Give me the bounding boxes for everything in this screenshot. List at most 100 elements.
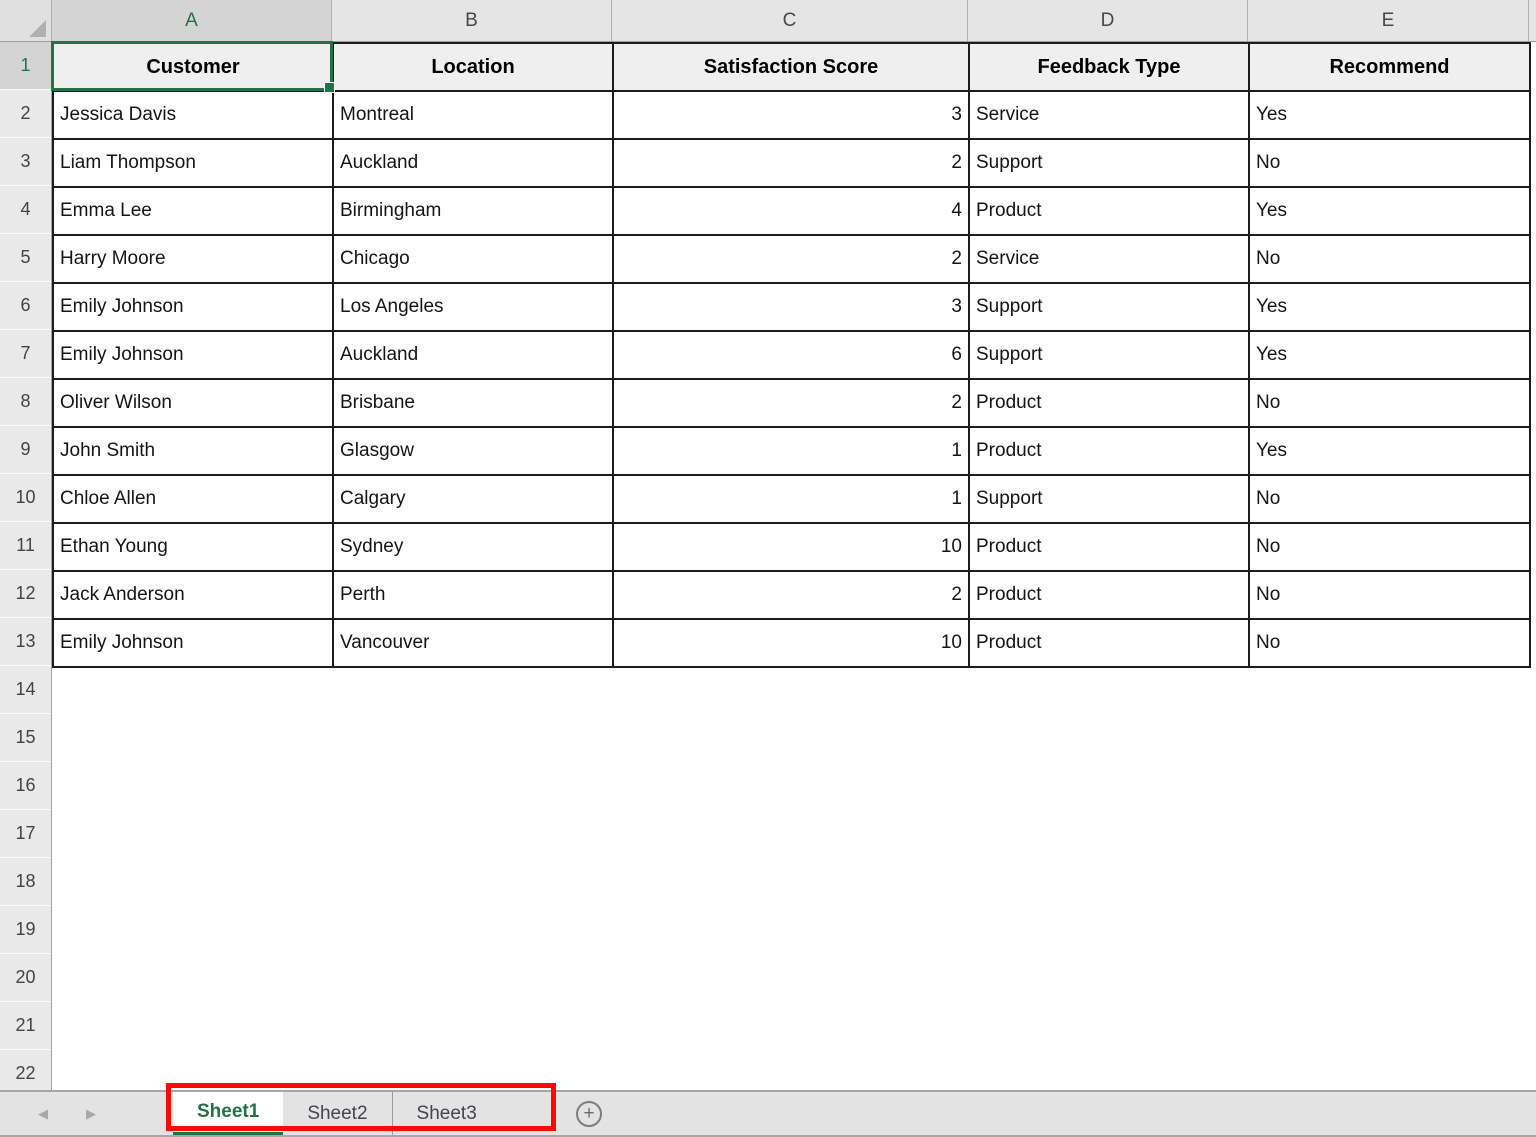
- data-cell[interactable]: Emily Johnson: [53, 331, 333, 379]
- data-cell[interactable]: 2: [613, 379, 969, 427]
- sheet-tab-sheet2[interactable]: Sheet2: [283, 1092, 391, 1135]
- column-header-c[interactable]: C: [612, 0, 968, 41]
- data-cell[interactable]: No: [1249, 235, 1530, 283]
- data-cell[interactable]: Emma Lee: [53, 187, 333, 235]
- data-cell[interactable]: 2: [613, 235, 969, 283]
- row-header-10[interactable]: 10: [0, 474, 51, 522]
- data-cell[interactable]: Yes: [1249, 187, 1530, 235]
- add-sheet-button[interactable]: +: [576, 1101, 602, 1127]
- data-cell[interactable]: Support: [969, 283, 1249, 331]
- data-cell[interactable]: No: [1249, 619, 1530, 667]
- column-header-a[interactable]: A: [52, 0, 332, 41]
- data-cell[interactable]: Harry Moore: [53, 235, 333, 283]
- data-cell[interactable]: Support: [969, 475, 1249, 523]
- data-cell[interactable]: 10: [613, 619, 969, 667]
- data-cell[interactable]: Jack Anderson: [53, 571, 333, 619]
- data-cell[interactable]: Yes: [1249, 331, 1530, 379]
- row-header-19[interactable]: 19: [0, 906, 51, 954]
- data-cell[interactable]: Service: [969, 91, 1249, 139]
- row-header-11[interactable]: 11: [0, 522, 51, 570]
- row-header-5[interactable]: 5: [0, 234, 51, 282]
- data-cell[interactable]: Calgary: [333, 475, 613, 523]
- row-header-7[interactable]: 7: [0, 330, 51, 378]
- data-cell[interactable]: Product: [969, 571, 1249, 619]
- tab-scroll-right-icon[interactable]: ▶: [86, 1106, 96, 1122]
- data-cell[interactable]: Birmingham: [333, 187, 613, 235]
- row-header-15[interactable]: 15: [0, 714, 51, 762]
- data-cell[interactable]: Glasgow: [333, 427, 613, 475]
- data-cell[interactable]: Support: [969, 139, 1249, 187]
- row-header-21[interactable]: 21: [0, 1002, 51, 1050]
- row-header-8[interactable]: 8: [0, 378, 51, 426]
- row-header-6[interactable]: 6: [0, 282, 51, 330]
- row-header-1[interactable]: 1: [0, 42, 51, 90]
- data-cell[interactable]: Emily Johnson: [53, 619, 333, 667]
- data-cell[interactable]: Montreal: [333, 91, 613, 139]
- excel-window: ABCDE 1234567891011121314151617181920212…: [0, 0, 1536, 1137]
- data-cell[interactable]: Product: [969, 379, 1249, 427]
- header-cell[interactable]: Satisfaction Score: [613, 43, 969, 91]
- row-header-17[interactable]: 17: [0, 810, 51, 858]
- sheet-tab-sheet3[interactable]: Sheet3: [392, 1092, 501, 1135]
- data-cell[interactable]: Support: [969, 331, 1249, 379]
- header-cell[interactable]: Customer: [53, 43, 333, 91]
- column-header-e[interactable]: E: [1248, 0, 1529, 41]
- tab-scroll-left-icon[interactable]: ◀: [38, 1106, 48, 1122]
- data-cell[interactable]: Auckland: [333, 139, 613, 187]
- row-header-13[interactable]: 13: [0, 618, 51, 666]
- sheet-tab-sheet1[interactable]: Sheet1: [173, 1092, 283, 1135]
- data-cell[interactable]: 6: [613, 331, 969, 379]
- header-cell[interactable]: Location: [333, 43, 613, 91]
- data-cell[interactable]: Jessica Davis: [53, 91, 333, 139]
- row-header-22[interactable]: 22: [0, 1050, 51, 1090]
- row-header-3[interactable]: 3: [0, 138, 51, 186]
- data-cell[interactable]: Chicago: [333, 235, 613, 283]
- data-cell[interactable]: Service: [969, 235, 1249, 283]
- column-header-b[interactable]: B: [332, 0, 612, 41]
- header-cell[interactable]: Feedback Type: [969, 43, 1249, 91]
- data-cell[interactable]: 2: [613, 139, 969, 187]
- data-cell[interactable]: No: [1249, 139, 1530, 187]
- data-cell[interactable]: Yes: [1249, 91, 1530, 139]
- data-cell[interactable]: 3: [613, 283, 969, 331]
- data-cell[interactable]: Ethan Young: [53, 523, 333, 571]
- row-header-4[interactable]: 4: [0, 186, 51, 234]
- data-cell[interactable]: John Smith: [53, 427, 333, 475]
- data-cell[interactable]: 4: [613, 187, 969, 235]
- data-cell[interactable]: Yes: [1249, 427, 1530, 475]
- data-cell[interactable]: Auckland: [333, 331, 613, 379]
- row-header-14[interactable]: 14: [0, 666, 51, 714]
- data-cell[interactable]: Product: [969, 523, 1249, 571]
- data-cell[interactable]: Perth: [333, 571, 613, 619]
- row-header-18[interactable]: 18: [0, 858, 51, 906]
- data-cell[interactable]: Los Angeles: [333, 283, 613, 331]
- data-cell[interactable]: Product: [969, 187, 1249, 235]
- row-header-9[interactable]: 9: [0, 426, 51, 474]
- data-cell[interactable]: 3: [613, 91, 969, 139]
- row-header-16[interactable]: 16: [0, 762, 51, 810]
- data-cell[interactable]: Product: [969, 427, 1249, 475]
- row-header-12[interactable]: 12: [0, 570, 51, 618]
- data-cell[interactable]: No: [1249, 571, 1530, 619]
- header-cell[interactable]: Recommend: [1249, 43, 1530, 91]
- data-cell[interactable]: 1: [613, 427, 969, 475]
- data-cell[interactable]: Emily Johnson: [53, 283, 333, 331]
- data-cell[interactable]: Sydney: [333, 523, 613, 571]
- data-cell[interactable]: No: [1249, 379, 1530, 427]
- column-header-d[interactable]: D: [968, 0, 1248, 41]
- data-cell[interactable]: 10: [613, 523, 969, 571]
- data-cell[interactable]: 2: [613, 571, 969, 619]
- data-cell[interactable]: Vancouver: [333, 619, 613, 667]
- data-cell[interactable]: No: [1249, 475, 1530, 523]
- data-cell[interactable]: Chloe Allen: [53, 475, 333, 523]
- select-all-button[interactable]: [0, 0, 52, 41]
- data-cell[interactable]: Oliver Wilson: [53, 379, 333, 427]
- data-cell[interactable]: 1: [613, 475, 969, 523]
- data-cell[interactable]: Product: [969, 619, 1249, 667]
- data-cell[interactable]: Liam Thompson: [53, 139, 333, 187]
- row-header-20[interactable]: 20: [0, 954, 51, 1002]
- row-header-2[interactable]: 2: [0, 90, 51, 138]
- data-cell[interactable]: Brisbane: [333, 379, 613, 427]
- data-cell[interactable]: Yes: [1249, 283, 1530, 331]
- data-cell[interactable]: No: [1249, 523, 1530, 571]
